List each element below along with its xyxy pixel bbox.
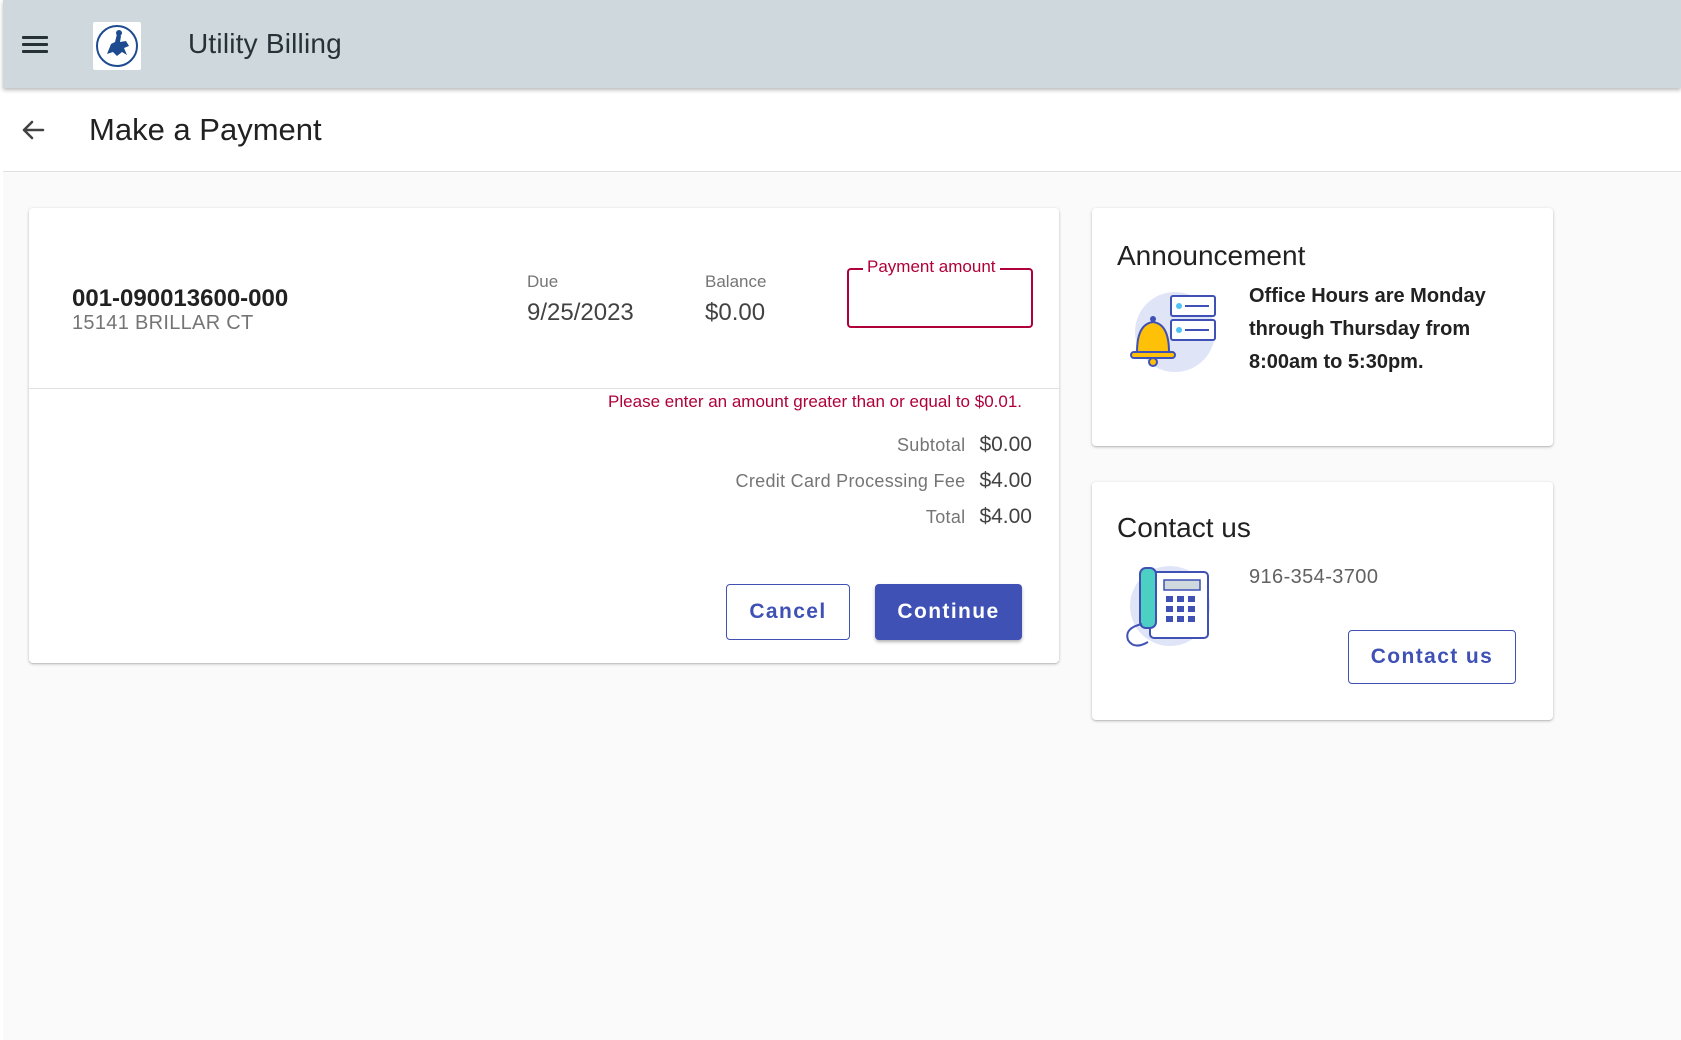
app-bar: Utility Billing [3, 0, 1681, 88]
due-label: Due [527, 272, 559, 291]
desk-phone-icon [1120, 562, 1216, 655]
city-logo [93, 22, 141, 70]
total-row: Total $4.00 [926, 502, 1032, 532]
payment-amount-input[interactable] [859, 282, 1023, 314]
continue-button[interactable]: Continue [875, 584, 1022, 640]
contact-phone: 916-354-3700 [1249, 566, 1379, 588]
balance-value: $0.00 [705, 299, 766, 326]
service-address: 15141 BRILLAR CT [72, 312, 254, 334]
account-number: 001-090013600-000 [72, 285, 289, 312]
total-value: $4.00 [979, 505, 1032, 528]
amount-error-message: Please enter an amount greater than or e… [608, 392, 1022, 411]
contact-us-button[interactable]: Contact us [1348, 630, 1516, 684]
balance-label: Balance [705, 272, 767, 291]
contact-card: Contact us 916-354-3700 Contact us [1092, 482, 1553, 720]
due-date: 9/25/2023 [527, 299, 634, 326]
announcement-text: Office Hours are Monday through Thursday… [1249, 285, 1486, 373]
app-title: Utility Billing [188, 28, 342, 59]
announcement-card: Announcement Office Hours are Monday thr… [1092, 208, 1553, 446]
payment-amount-field[interactable]: Payment amount [847, 257, 1033, 328]
announcement-title: Announcement [1117, 240, 1306, 271]
page-frame: Utility Billing Make a Payment 001-09001… [3, 0, 1681, 1040]
cancel-button[interactable]: Cancel [726, 584, 850, 640]
payment-amount-label: Payment amount [863, 257, 1000, 277]
subtotal-row: Subtotal $0.00 [897, 430, 1032, 460]
back-arrow-icon[interactable] [13, 110, 53, 150]
total-label: Total [925, 506, 966, 527]
subtotal-value: $0.00 [979, 433, 1032, 456]
page-header: Make a Payment [3, 88, 1681, 172]
divider [29, 388, 1059, 389]
fee-row: Credit Card Processing Fee $4.00 [736, 466, 1032, 496]
menu-icon[interactable] [17, 30, 53, 60]
contact-title: Contact us [1117, 512, 1251, 543]
bell-list-icon [1127, 290, 1219, 381]
payment-card: 001-090013600-000 15141 BRILLAR CT Due 9… [29, 208, 1059, 663]
page-title: Make a Payment [89, 112, 322, 147]
fee-label: Credit Card Processing Fee [735, 470, 966, 491]
subtotal-label: Subtotal [896, 434, 966, 455]
fee-value: $4.00 [979, 469, 1032, 492]
